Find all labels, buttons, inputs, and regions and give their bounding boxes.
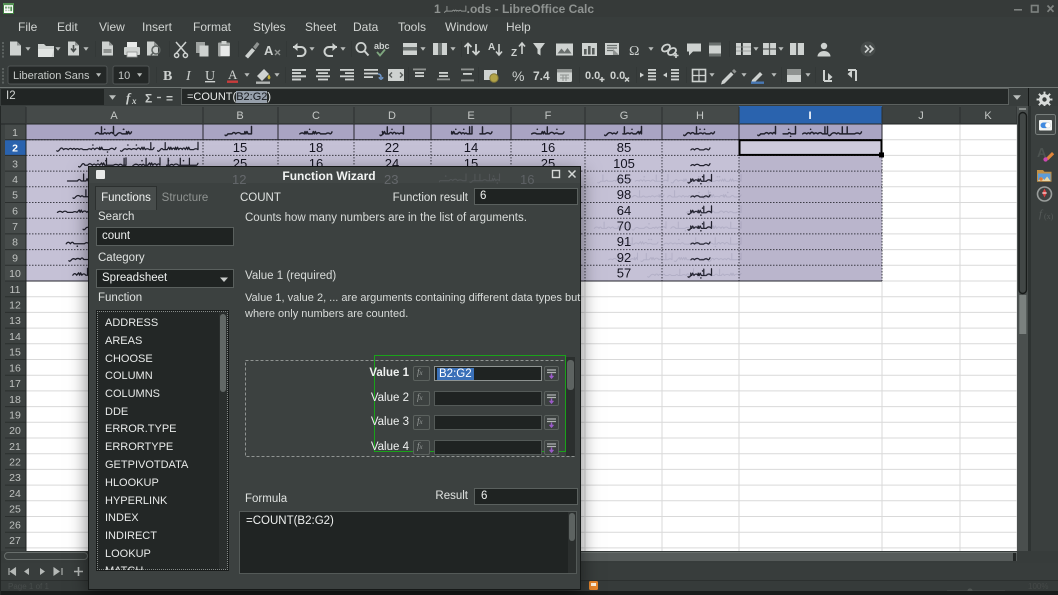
svg-text:12: 12 <box>9 300 21 312</box>
svg-text:abc: abc <box>374 41 390 51</box>
svg-text:=: = <box>166 92 173 106</box>
svg-text:16: 16 <box>9 362 21 374</box>
svg-text:57: 57 <box>617 266 631 281</box>
svg-text:U: U <box>205 69 215 84</box>
svg-text:17: 17 <box>9 378 21 390</box>
svg-text:26: 26 <box>9 519 21 531</box>
svg-text:A: A <box>488 42 495 53</box>
svg-text:I: I <box>808 110 811 122</box>
svg-text:B: B <box>163 69 172 84</box>
svg-text:A: A <box>110 110 118 122</box>
svg-text:20: 20 <box>9 425 21 437</box>
svg-text:7: 7 <box>12 221 18 233</box>
svg-text:19: 19 <box>9 409 21 421</box>
svg-text:7.4: 7.4 <box>533 69 550 83</box>
svg-text:x: x <box>131 96 137 106</box>
svg-text:%: % <box>512 68 524 84</box>
svg-text:2: 2 <box>12 143 18 155</box>
svg-text:K: K <box>984 110 992 122</box>
svg-text:H: H <box>696 110 704 122</box>
svg-text:F: F <box>545 110 552 122</box>
svg-text:1: 1 <box>12 127 18 139</box>
svg-text:3: 3 <box>12 158 18 170</box>
svg-text:A: A <box>264 43 274 58</box>
svg-text:Σ: Σ <box>145 92 152 106</box>
svg-text:21: 21 <box>9 441 21 453</box>
svg-text:22: 22 <box>9 457 21 469</box>
svg-text:8: 8 <box>12 237 18 249</box>
svg-text:Z: Z <box>511 48 517 59</box>
svg-text:G: G <box>620 110 629 122</box>
svg-text:6: 6 <box>12 205 18 217</box>
svg-text:5: 5 <box>12 190 18 202</box>
svg-text:15: 15 <box>233 140 247 155</box>
svg-text:J: J <box>918 110 924 122</box>
svg-text:10: 10 <box>118 70 130 82</box>
svg-text:14: 14 <box>464 140 478 155</box>
svg-text:25: 25 <box>9 504 21 516</box>
svg-text:27: 27 <box>9 535 21 547</box>
svg-text:65: 65 <box>617 171 631 186</box>
svg-text:C: C <box>312 110 320 122</box>
svg-text:70: 70 <box>617 219 631 234</box>
svg-text:23: 23 <box>9 472 21 484</box>
svg-text:16: 16 <box>541 140 555 155</box>
svg-text:14: 14 <box>9 331 21 343</box>
svg-text:10: 10 <box>9 268 21 280</box>
svg-text:9: 9 <box>12 252 18 264</box>
svg-text:98: 98 <box>617 187 631 202</box>
svg-text:A: A <box>228 67 238 82</box>
svg-text:4: 4 <box>12 174 18 186</box>
svg-text:Ω: Ω <box>629 44 639 59</box>
svg-text:I: I <box>185 69 192 84</box>
svg-text:11: 11 <box>10 284 21 296</box>
svg-text:E: E <box>467 110 474 122</box>
svg-text:24: 24 <box>9 488 21 500</box>
svg-text:0.0: 0.0 <box>610 70 625 82</box>
svg-text:Liberation Sans: Liberation Sans <box>13 70 90 82</box>
svg-text:0.0: 0.0 <box>585 70 600 82</box>
svg-text:(x): (x) <box>1044 212 1054 221</box>
svg-text:B: B <box>236 110 243 122</box>
svg-text:18: 18 <box>309 140 323 155</box>
svg-text:15: 15 <box>9 347 21 359</box>
svg-text:D: D <box>388 110 396 122</box>
svg-text:13: 13 <box>9 315 21 327</box>
svg-text:64: 64 <box>617 203 631 218</box>
svg-text:22: 22 <box>385 140 399 155</box>
svg-text:18: 18 <box>9 394 21 406</box>
svg-text:105: 105 <box>613 156 635 171</box>
svg-text:85: 85 <box>617 140 631 155</box>
